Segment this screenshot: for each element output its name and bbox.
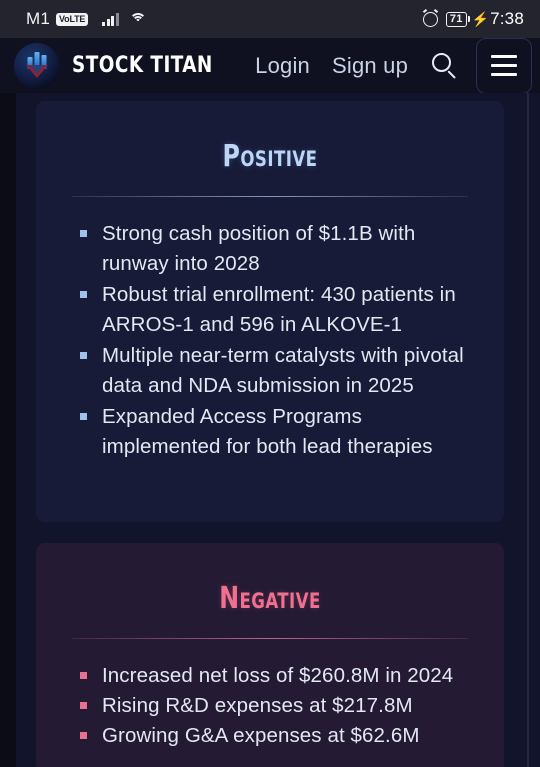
status-bar: M1 VoLTE 71 ⚡ 7:38: [0, 0, 540, 38]
search-icon[interactable]: [430, 51, 460, 81]
page-left-gutter: [0, 93, 16, 767]
negative-card-title: Negative: [219, 581, 321, 616]
negative-card: Negative Increased net loss of $260.8M i…: [36, 543, 504, 767]
negative-bullet-list: Increased net loss of $260.8M in 2024 Ri…: [80, 661, 476, 751]
battery-indicator: 71: [445, 11, 470, 27]
negative-card-divider: [72, 638, 468, 639]
positive-card-divider: [72, 196, 468, 197]
phone-screen: M1 VoLTE 71 ⚡ 7:38 STOCK TITAN Login Sig…: [0, 0, 540, 767]
brand-name-label: STOCK TITAN: [72, 53, 213, 78]
signal-bars-icon: [102, 12, 119, 26]
list-item: Robust trial enrollment: 430 patients in…: [80, 280, 476, 339]
signup-link[interactable]: Sign up: [332, 53, 408, 79]
positive-card-title: Positive: [222, 139, 318, 174]
battery-level-label: 71: [445, 11, 467, 27]
list-item: Rising R&D expenses at $217.8M: [80, 691, 476, 721]
status-bar-left: M1 VoLTE: [26, 9, 147, 29]
battery-tip-icon: [467, 16, 470, 22]
carrier-label: M1: [26, 9, 51, 28]
clock-label: 7:38: [490, 9, 524, 28]
positive-bullet-list: Strong cash position of $1.1B with runwa…: [80, 219, 476, 461]
header-actions: Login Sign up: [233, 37, 532, 94]
brand-home-link[interactable]: STOCK TITAN: [14, 42, 223, 89]
stock-titan-logo-icon: [14, 42, 60, 89]
positive-card: Positive Strong cash position of $1.1B w…: [36, 101, 504, 522]
login-link[interactable]: Login: [255, 53, 310, 79]
list-item: Expanded Access Programs implemented for…: [80, 402, 476, 461]
list-item: Growing G&A expenses at $62.6M: [80, 721, 476, 751]
list-item: Strong cash position of $1.1B with runwa…: [80, 219, 476, 278]
status-bar-right: 71 ⚡ 7:38: [422, 9, 524, 29]
list-item: Increased net loss of $260.8M in 2024: [80, 661, 476, 691]
alarm-clock-icon: [422, 11, 438, 27]
site-header: STOCK TITAN Login Sign up: [0, 37, 540, 94]
charging-bolt-icon: ⚡: [471, 11, 490, 27]
volte-badge: VoLTE: [56, 12, 89, 26]
vertical-scrollbar[interactable]: [527, 93, 529, 767]
page-content: Positive Strong cash position of $1.1B w…: [0, 93, 540, 767]
list-item: Multiple near-term catalysts with pivota…: [80, 341, 476, 400]
wifi-icon: [129, 12, 147, 26]
hamburger-menu-icon[interactable]: [476, 37, 532, 94]
